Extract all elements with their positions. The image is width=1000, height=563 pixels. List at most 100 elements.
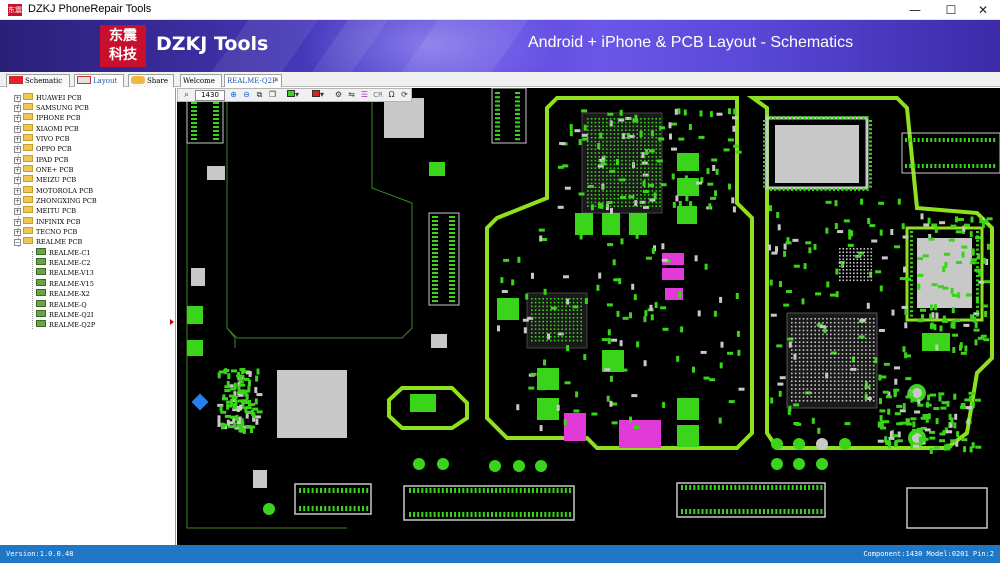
- tree-leaf-realme-q2p[interactable]: REALME-Q2P: [36, 320, 95, 330]
- cr-button[interactable]: CR: [371, 90, 385, 101]
- tree-item-oneplus[interactable]: + ONE+ PCB: [14, 165, 73, 175]
- smd-part: [719, 296, 723, 303]
- expand-icon[interactable]: +: [14, 157, 21, 164]
- tab-welcome[interactable]: Welcome: [180, 74, 222, 87]
- tree-item-meizu[interactable]: + MEIZU PCB: [14, 175, 76, 185]
- bga-ball: [587, 156, 589, 158]
- mirror-icon[interactable]: ⇋: [346, 90, 357, 101]
- expand-icon[interactable]: +: [14, 229, 21, 236]
- smd-part: [668, 122, 672, 129]
- tree-leaf-realme-q[interactable]: REALME-Q: [36, 300, 87, 310]
- bga-ball: [822, 392, 824, 394]
- expand-icon[interactable]: +: [14, 146, 21, 153]
- zoom-out-icon[interactable]: ⊖: [241, 90, 252, 101]
- bga-ball: [606, 197, 608, 200]
- tree-item-vivo[interactable]: + VIVO PCB: [14, 134, 69, 144]
- bga-ball: [651, 186, 654, 188]
- zoom-in-icon[interactable]: ⊕: [228, 90, 239, 101]
- tree-item-xiaomi[interactable]: + XIAOMI PCB: [14, 124, 79, 134]
- tree-item-meitu[interactable]: + MEITU PCB: [14, 206, 76, 216]
- tree-item-realme[interactable]: − REALME PCB: [14, 237, 82, 247]
- maximize-button[interactable]: ☐: [934, 0, 968, 20]
- bga-ball: [550, 320, 552, 323]
- connector-pin: [366, 506, 369, 511]
- tree-leaf-realme-v15[interactable]: REALME-V15: [36, 279, 94, 289]
- tab-share[interactable]: Share: [128, 74, 174, 87]
- expand-icon[interactable]: +: [14, 126, 21, 133]
- expand-icon[interactable]: +: [14, 188, 21, 195]
- expand-icon[interactable]: +: [14, 95, 21, 102]
- expand-icon[interactable]: +: [14, 105, 21, 112]
- zoom-input[interactable]: 1430: [195, 90, 225, 101]
- bga-ball: [865, 357, 867, 359]
- smd-part: [969, 446, 973, 453]
- copy-icon[interactable]: ❐: [267, 90, 278, 101]
- bga-ball: [867, 265, 869, 268]
- tree-item-tecno[interactable]: + TECNO PCB: [14, 227, 77, 237]
- smd-part: [953, 393, 957, 400]
- ohm-button[interactable]: Ω: [386, 90, 397, 101]
- tree-leaf-realme-x2[interactable]: REALME-X2: [36, 289, 90, 299]
- tree-item-oppo[interactable]: + OPPO PCB: [14, 144, 72, 154]
- bga-ball: [872, 384, 875, 386]
- bga-ball: [798, 388, 801, 390]
- magnifier-icon[interactable]: ⌕: [181, 90, 192, 101]
- close-button[interactable]: ✕: [966, 0, 1000, 20]
- connector-pin: [976, 266, 979, 269]
- expand-icon[interactable]: +: [14, 115, 21, 122]
- bga-ball: [794, 353, 797, 355]
- expand-icon[interactable]: +: [14, 167, 21, 174]
- layer-green-select[interactable]: ▾: [282, 90, 304, 101]
- connector-pin: [909, 138, 912, 142]
- connector-pin: [503, 512, 506, 517]
- collapse-icon[interactable]: −: [14, 239, 21, 246]
- bga-ball: [644, 118, 646, 120]
- bga-ball: [553, 336, 556, 338]
- tree-leaf-realme-q2i[interactable]: REALME-Q2I: [36, 310, 93, 320]
- expand-icon[interactable]: +: [14, 177, 21, 184]
- tree-leaf-realme-c1[interactable]: REALME-C1: [36, 248, 90, 258]
- bga-ball: [830, 380, 832, 382]
- tree-item-iphone[interactable]: + IPHONE PCB: [14, 113, 81, 123]
- refresh-icon[interactable]: ⟳: [399, 90, 410, 101]
- minimize-button[interactable]: —: [898, 0, 932, 20]
- smd-part: [931, 223, 938, 227]
- bga-ball: [590, 125, 593, 128]
- bga-ball: [810, 341, 813, 343]
- expand-icon[interactable]: +: [14, 136, 21, 143]
- list-icon[interactable]: ☰: [359, 90, 370, 101]
- pcb-layout-canvas[interactable]: [177, 88, 1000, 545]
- connector-pin: [763, 148, 766, 151]
- tree-item-samsung[interactable]: + SAMSUNG PCB: [14, 103, 89, 113]
- tab-realme-q2p[interactable]: REALME-Q2P ✕: [224, 74, 282, 87]
- splitter-arrow-icon[interactable]: [170, 319, 174, 325]
- tree-item-motorola[interactable]: + MOTOROLA PCB: [14, 186, 93, 196]
- expand-icon[interactable]: +: [14, 198, 21, 205]
- connector-pin: [445, 512, 448, 517]
- connector-pin: [515, 108, 520, 111]
- layer-red-select[interactable]: ▾: [307, 90, 329, 101]
- settings-icon[interactable]: ⚙: [333, 90, 344, 101]
- tab-layout[interactable]: Layout: [74, 74, 124, 87]
- fit-icon[interactable]: ⧉: [254, 90, 265, 101]
- bga-ball: [647, 186, 650, 188]
- tree-item-huawei[interactable]: + HUAWEI PCB: [14, 93, 82, 103]
- bga-ball: [590, 156, 593, 158]
- smd-part: [970, 314, 973, 321]
- bga-ball: [628, 121, 631, 124]
- tree-leaf-realme-c2[interactable]: REALME-C2: [36, 258, 90, 268]
- tree-item-zhongxing[interactable]: + ZHONGXING PCB: [14, 196, 97, 206]
- bga-ball: [617, 125, 619, 128]
- bga-ball: [628, 197, 631, 200]
- tree-leaf-realme-v13[interactable]: REALME-V13: [36, 268, 94, 278]
- tab-schematic[interactable]: Schematic: [6, 74, 70, 87]
- expand-icon[interactable]: +: [14, 219, 21, 226]
- bga-ball: [826, 380, 828, 382]
- bga-ball: [647, 129, 650, 131]
- close-tab-icon[interactable]: ✕: [274, 75, 279, 87]
- expand-icon[interactable]: +: [14, 208, 21, 215]
- smd-part: [689, 201, 693, 208]
- bga-ball: [872, 329, 875, 332]
- tree-item-ipad[interactable]: + IPAD PCB: [14, 155, 68, 165]
- tree-item-infinix[interactable]: + INFINIX PCB: [14, 217, 80, 227]
